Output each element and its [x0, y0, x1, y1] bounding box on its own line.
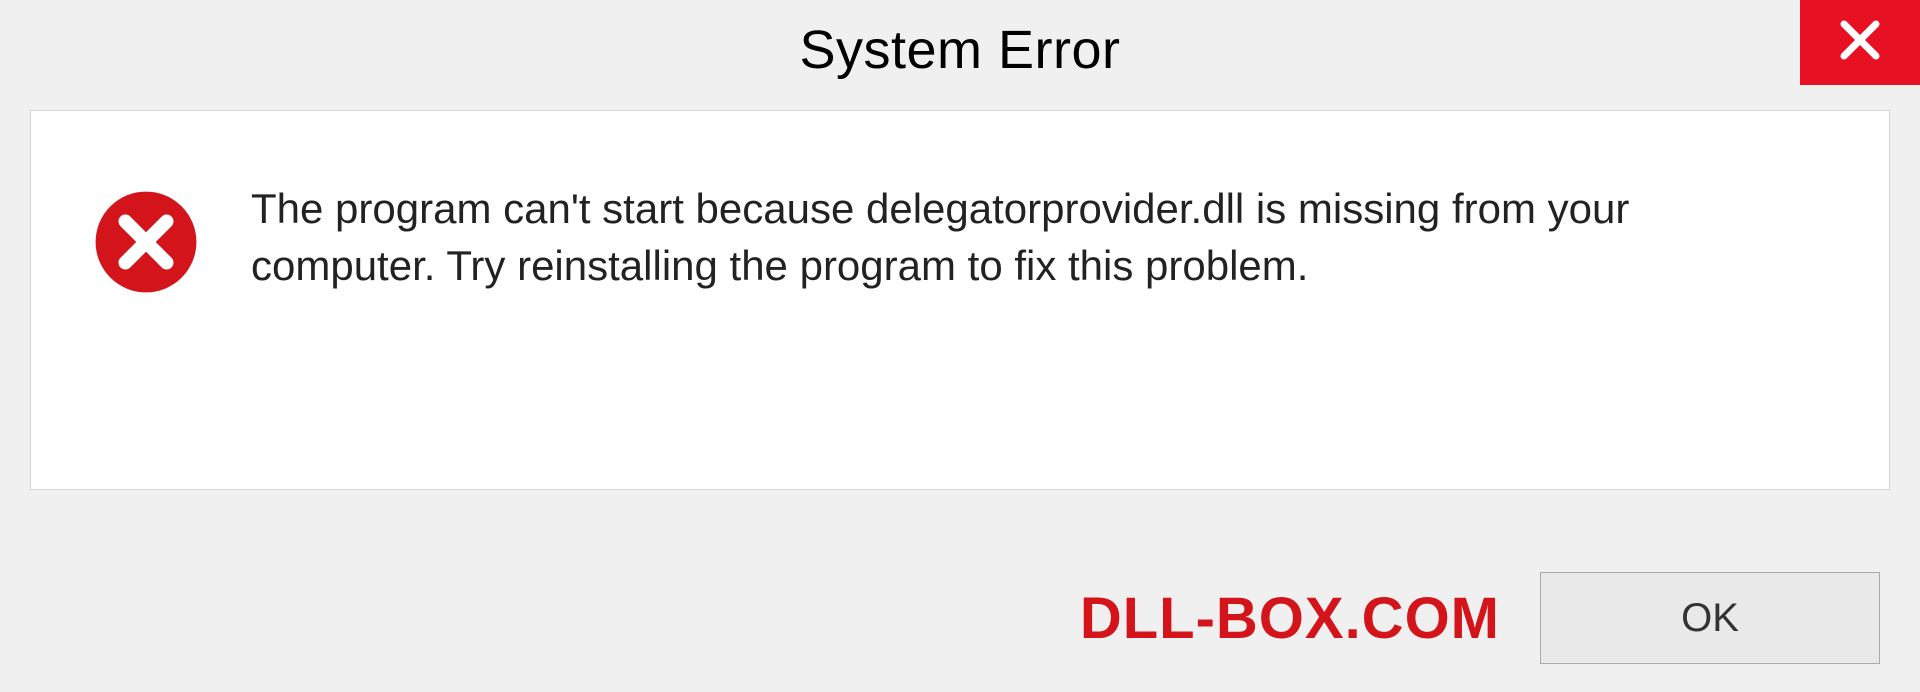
dialog-title: System Error: [799, 19, 1120, 81]
error-icon: [91, 187, 201, 297]
content-panel: The program can't start because delegato…: [30, 110, 1890, 490]
error-message: The program can't start because delegato…: [251, 181, 1829, 294]
close-icon: [1836, 16, 1884, 69]
footer: DLL-BOX.COM OK: [40, 572, 1880, 664]
ok-button[interactable]: OK: [1540, 572, 1880, 664]
watermark-text: DLL-BOX.COM: [1080, 585, 1500, 652]
close-button[interactable]: [1800, 0, 1920, 85]
titlebar: System Error: [0, 0, 1920, 100]
error-dialog: System Error The program can't start bec…: [0, 0, 1920, 692]
